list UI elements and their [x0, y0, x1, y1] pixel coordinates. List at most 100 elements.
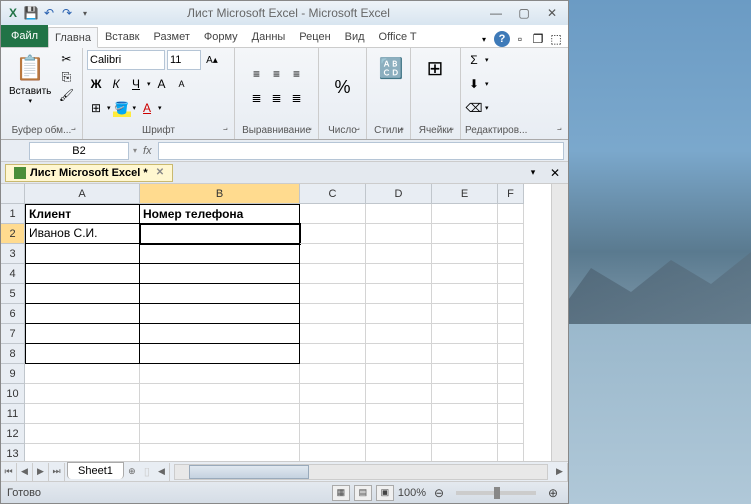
cell-D10[interactable] [366, 384, 432, 404]
file-tab[interactable]: Файл [1, 25, 48, 47]
cell-D2[interactable] [366, 224, 432, 244]
fill-color-button[interactable]: 🪣 [113, 99, 131, 117]
cell-C8[interactable] [300, 344, 366, 364]
cell-A9[interactable] [25, 364, 140, 384]
align-right-icon[interactable]: ≣ [288, 89, 306, 107]
ribbon-minimize-icon[interactable]: ▫ [512, 31, 528, 47]
cell-C4[interactable] [300, 264, 366, 284]
col-header-B[interactable]: B [140, 184, 300, 204]
cell-C5[interactable] [300, 284, 366, 304]
close-button[interactable]: ✕ [540, 5, 564, 21]
cell-D9[interactable] [366, 364, 432, 384]
sheet-nav-prev-icon[interactable]: ◀ [17, 463, 33, 481]
cell-C6[interactable] [300, 304, 366, 324]
tab-view[interactable]: Вид [338, 26, 372, 47]
align-middle-icon[interactable]: ≡ [268, 65, 286, 83]
cell-B11[interactable] [140, 404, 300, 424]
cell-D1[interactable] [366, 204, 432, 224]
vertical-scrollbar[interactable] [551, 184, 568, 461]
align-left-icon[interactable]: ≣ [248, 89, 266, 107]
align-bottom-icon[interactable]: ≡ [288, 65, 306, 83]
cell-F10[interactable] [498, 384, 524, 404]
copy-icon[interactable]: ⎘ [57, 68, 75, 86]
cell-B2[interactable] [140, 224, 300, 244]
increase-font-icon[interactable]: A [153, 75, 171, 93]
cell-A2[interactable]: Иванов С.И. [25, 224, 140, 244]
name-box[interactable]: B2 [29, 142, 129, 160]
doc-restore-icon[interactable]: ❐ [530, 31, 546, 47]
formula-bar[interactable] [158, 142, 564, 160]
cell-B10[interactable] [140, 384, 300, 404]
cell-A5[interactable] [25, 284, 140, 304]
cell-F3[interactable] [498, 244, 524, 264]
zoom-in-icon[interactable]: ⊕ [544, 484, 562, 502]
cell-F1[interactable] [498, 204, 524, 224]
underline-button[interactable]: Ч [127, 75, 145, 93]
cell-B7[interactable] [140, 324, 300, 344]
cell-D13[interactable] [366, 444, 432, 461]
cell-E12[interactable] [432, 424, 498, 444]
clear-icon[interactable]: ⌫ [465, 99, 483, 117]
document-tab[interactable]: Лист Microsoft Excel * ✕ [5, 164, 173, 182]
row-header[interactable]: 11 [1, 404, 25, 424]
format-painter-icon[interactable]: 🖌 [57, 86, 75, 104]
cell-C1[interactable] [300, 204, 366, 224]
cell-C9[interactable] [300, 364, 366, 384]
autosum-icon[interactable]: Σ [465, 51, 483, 69]
help-icon[interactable]: ? [494, 31, 510, 47]
italic-button[interactable]: К [107, 75, 125, 93]
excel-app-icon[interactable]: X [5, 5, 21, 21]
row-header[interactable]: 2 [1, 224, 25, 244]
bold-button[interactable]: Ж [87, 75, 105, 93]
cell-B6[interactable] [140, 304, 300, 324]
cell-D4[interactable] [366, 264, 432, 284]
cell-F5[interactable] [498, 284, 524, 304]
tab-review[interactable]: Рецен [292, 26, 337, 47]
paste-button[interactable]: 📋 Вставить ▾ [5, 50, 55, 107]
tab-insert[interactable]: Вставк [98, 26, 147, 47]
save-icon[interactable]: 💾 [23, 5, 39, 21]
align-center-icon[interactable]: ≣ [268, 89, 286, 107]
cell-D8[interactable] [366, 344, 432, 364]
cell-C2[interactable] [300, 224, 366, 244]
cell-F7[interactable] [498, 324, 524, 344]
row-header[interactable]: 6 [1, 304, 25, 324]
tab-layout[interactable]: Размет [147, 26, 197, 47]
row-header[interactable]: 7 [1, 324, 25, 344]
grow-font-icon[interactable]: A▴ [203, 51, 221, 69]
view-break-icon[interactable]: ▣ [376, 485, 394, 501]
cell-A1[interactable]: Клиент [25, 204, 140, 224]
hscroll-left-icon[interactable]: ◀ [154, 463, 170, 481]
cell-B9[interactable] [140, 364, 300, 384]
col-header-D[interactable]: D [366, 184, 432, 204]
doc-tabs-close-icon[interactable]: ✕ [546, 164, 564, 182]
cell-E8[interactable] [432, 344, 498, 364]
tab-office[interactable]: Office T [372, 26, 424, 47]
row-header[interactable]: 3 [1, 244, 25, 264]
cell-A8[interactable] [25, 344, 140, 364]
cell-B5[interactable] [140, 284, 300, 304]
row-header[interactable]: 12 [1, 424, 25, 444]
cells-button[interactable]: ⊞ [415, 50, 455, 88]
maximize-button[interactable]: ▢ [512, 5, 536, 21]
cell-F12[interactable] [498, 424, 524, 444]
tab-data[interactable]: Данны [245, 26, 293, 47]
percent-icon[interactable]: % [334, 77, 350, 98]
cell-C11[interactable] [300, 404, 366, 424]
font-size-select[interactable] [167, 50, 201, 70]
hscroll-right-icon[interactable]: ▶ [552, 463, 568, 481]
doc-tabs-dropdown-icon[interactable]: ▾ [524, 164, 542, 182]
cell-E1[interactable] [432, 204, 498, 224]
cell-E13[interactable] [432, 444, 498, 461]
redo-icon[interactable]: ↷ [59, 5, 75, 21]
cell-E4[interactable] [432, 264, 498, 284]
cell-D5[interactable] [366, 284, 432, 304]
cell-B8[interactable] [140, 344, 300, 364]
cell-A6[interactable] [25, 304, 140, 324]
cell-F9[interactable] [498, 364, 524, 384]
cell-E9[interactable] [432, 364, 498, 384]
cell-E6[interactable] [432, 304, 498, 324]
col-header-E[interactable]: E [432, 184, 498, 204]
cut-icon[interactable]: ✂ [57, 50, 75, 68]
fill-icon[interactable]: ⬇ [465, 75, 483, 93]
